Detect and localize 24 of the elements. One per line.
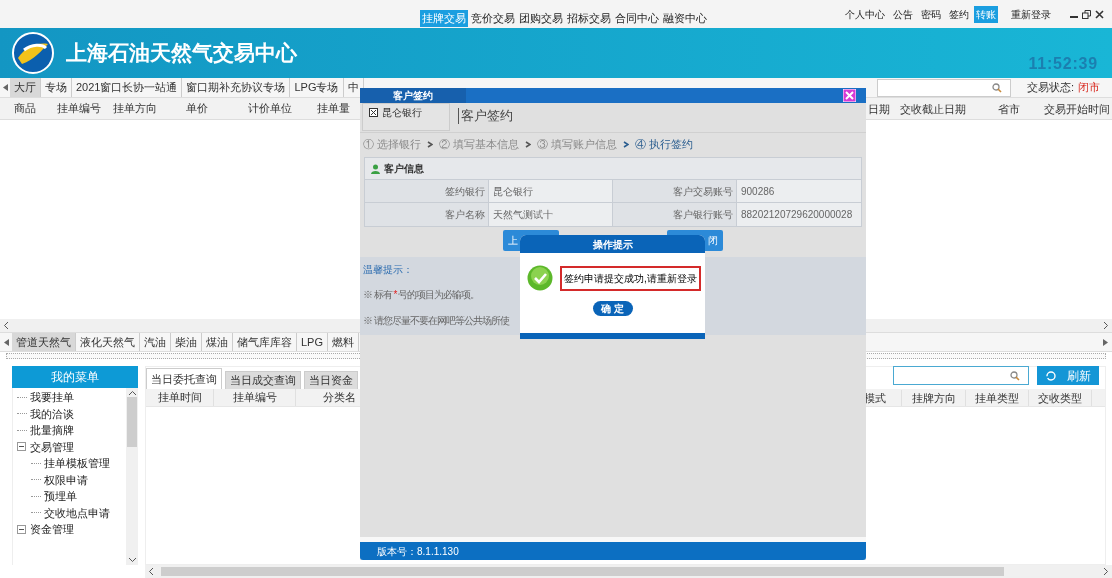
menu-header: 我的菜单 [12,366,138,388]
field-label: 客户交易账号 [613,180,737,203]
field-label: 客户银行账号 [613,203,737,226]
status-label: 交易状态: [1026,80,1074,96]
field-value: 天然气测试十 [489,203,613,226]
alert-message: 签约申请提交成功,请重新登录 [560,265,701,291]
step-label: ① 选择银行 [363,136,422,152]
version-text: 版本号：8.1.1.130 [377,544,459,559]
step-label: ② 填写基本信息 [439,136,520,152]
step-label: ④ 执行签约 [635,136,694,152]
tip-text: ※ 请您尽量不要在网吧等公共场所使 [363,314,511,328]
tips-title: 温馨提示： [363,263,414,277]
section-title: 客户信息 [384,162,424,176]
step-label: ③ 填写账户信息 [537,136,618,152]
tip-text: ※ 标有 * 号的项目为必输项。 [363,288,481,302]
status-value: 闭市 [1078,80,1100,96]
field-label: 客户名称 [365,203,489,226]
alert-title: 操作提示 [592,237,633,252]
field-label: 签约银行 [365,180,489,203]
site-title: 上海石油天然气交易中心 [66,40,297,67]
field-value: 900286 [737,180,861,203]
dialog-heading: 客户签约 [458,108,513,124]
field-value: 88202120729620000028 [737,203,861,226]
field-value: 昆仑银行 [489,180,613,203]
